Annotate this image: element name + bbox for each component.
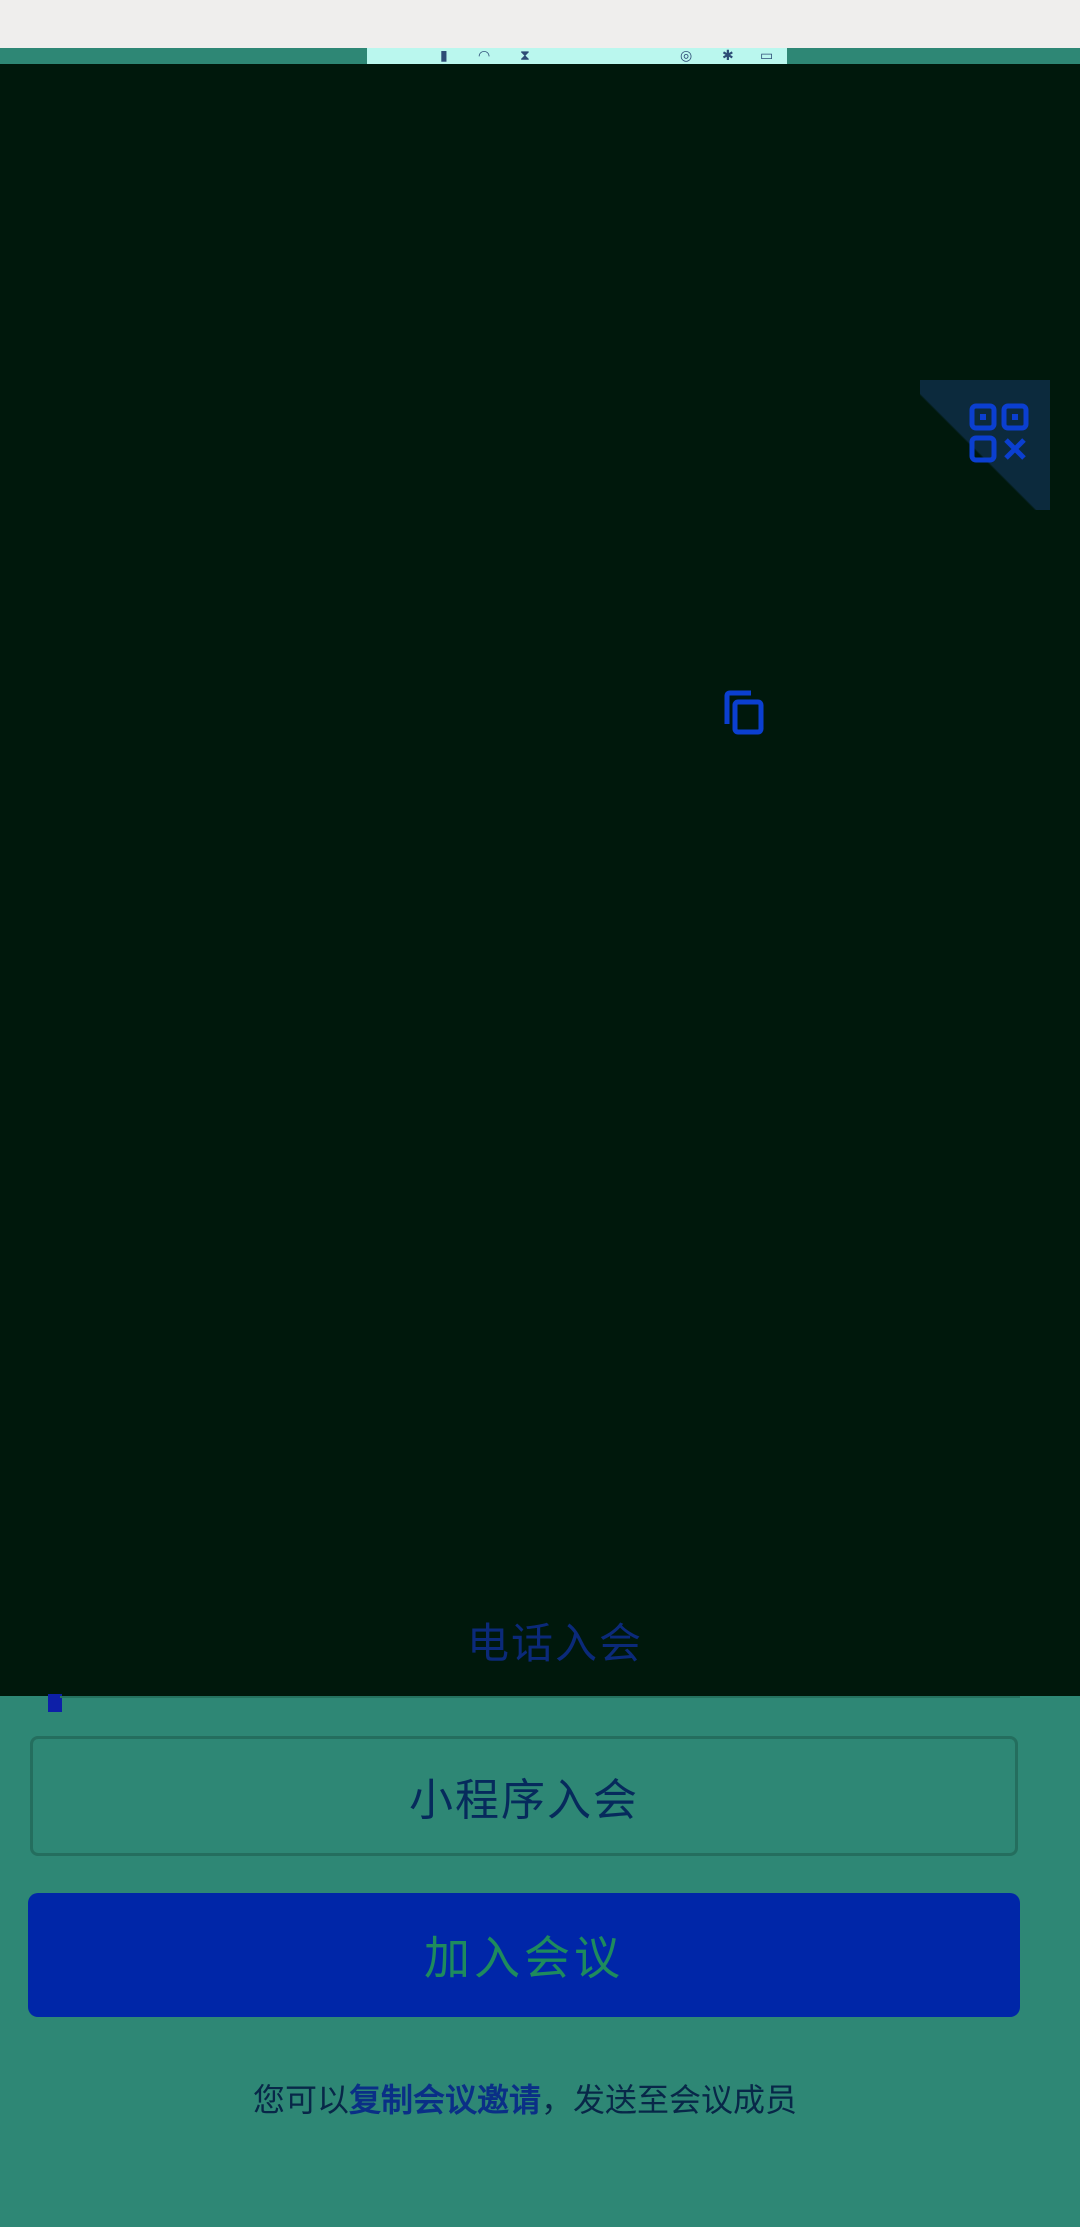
- mini-program-join-button[interactable]: 小程序入会: [30, 1736, 1018, 1856]
- alarm-icon: ◎: [680, 48, 693, 64]
- phone-join-button[interactable]: 电话入会: [0, 1610, 1080, 1671]
- join-meeting-button[interactable]: 加入会议: [28, 1893, 1020, 2017]
- invite-hint: 您可以复制会议邀请，发送至会议成员: [0, 2075, 1050, 2121]
- bluetooth-icon: ✱: [722, 48, 734, 64]
- copy-icon[interactable]: [723, 690, 765, 736]
- qr-code-icon[interactable]: [968, 402, 1030, 464]
- invite-suffix: ，发送至会议成员: [541, 2081, 798, 2119]
- battery-icon: ▭: [760, 48, 774, 64]
- signal-icon: ▮: [440, 48, 448, 64]
- wifi-icon: ◠: [478, 48, 491, 64]
- status-strip: [0, 0, 1080, 48]
- data-icon: ⧗: [520, 48, 530, 64]
- meeting-info-panel: [0, 64, 1080, 1696]
- invite-prefix: 您可以: [252, 2081, 349, 2119]
- copy-invite-link[interactable]: 复制会议邀请: [349, 2081, 541, 2119]
- divider: [60, 1696, 1020, 1698]
